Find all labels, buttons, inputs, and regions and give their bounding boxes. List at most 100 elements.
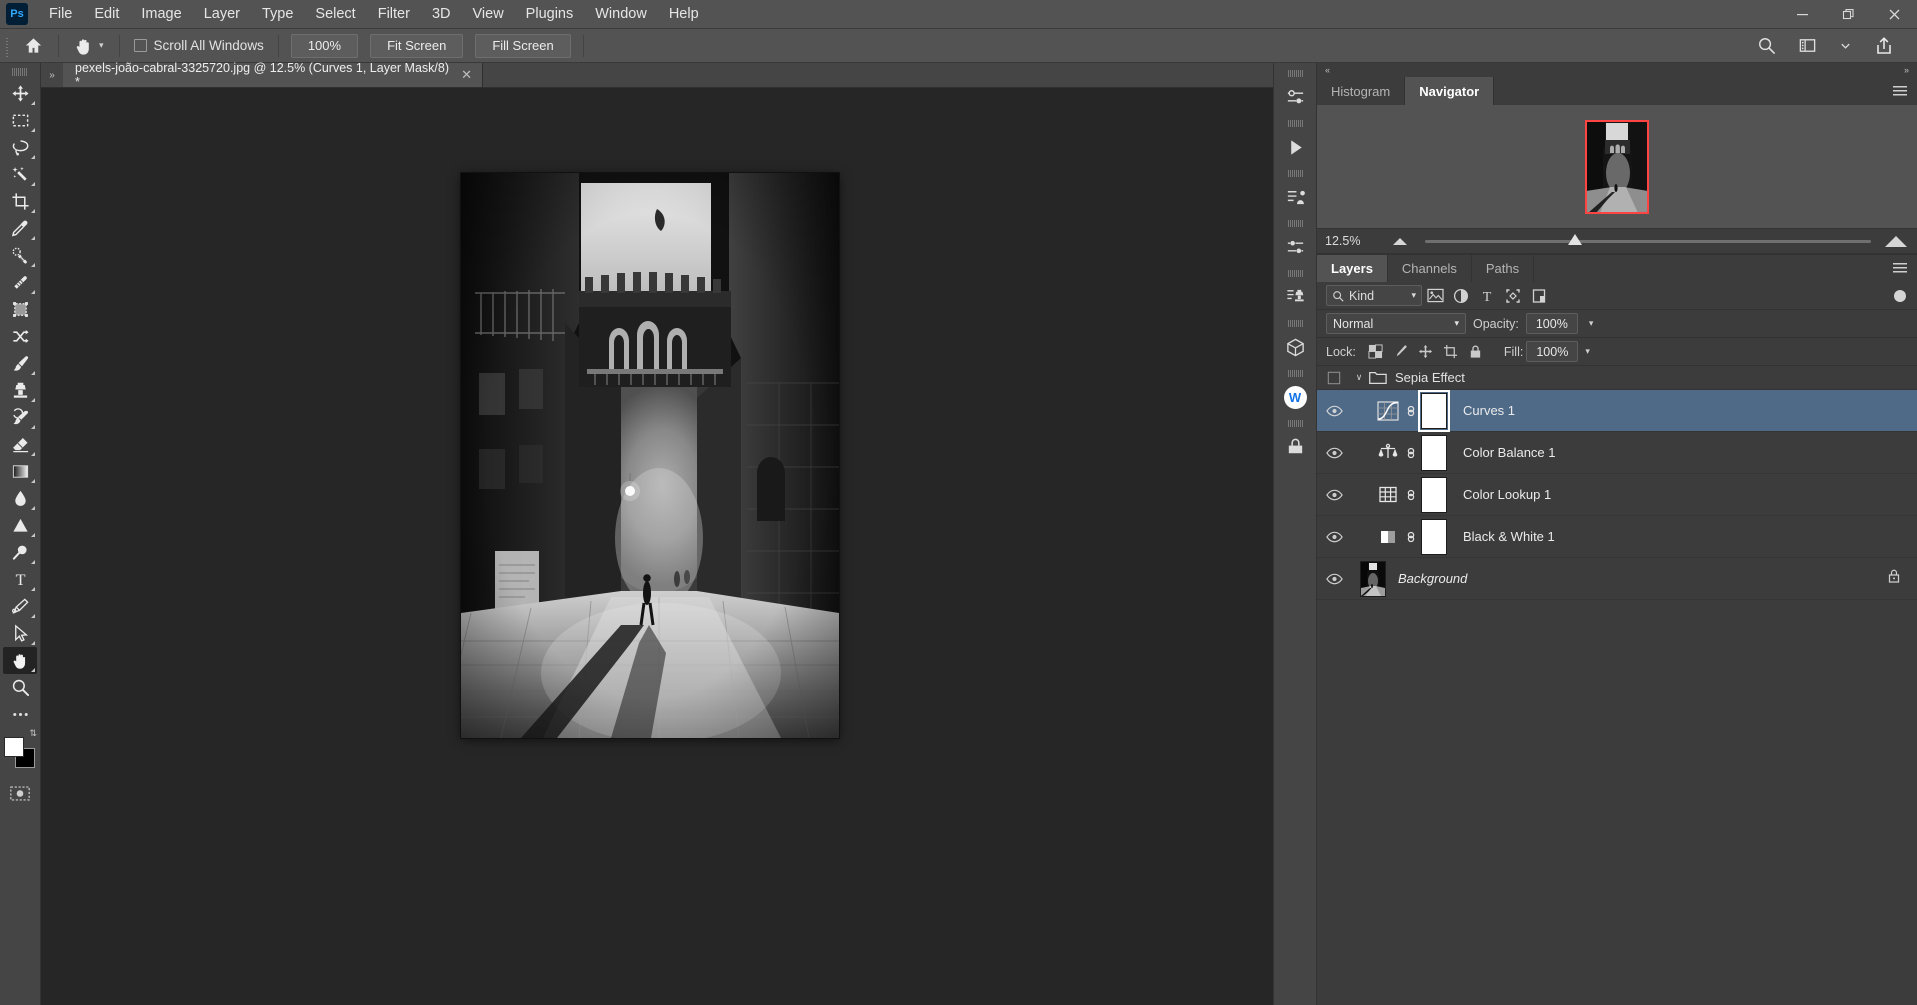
menu-layer[interactable]: Layer [193,2,251,26]
history-brush-tool[interactable] [3,404,37,431]
home-icon[interactable] [15,33,52,59]
adjustments-icon[interactable] [1276,78,1314,116]
zoom-100-button[interactable]: 100% [291,34,358,58]
rail-grip[interactable] [1288,70,1303,77]
styles-stamp-icon[interactable] [1276,278,1314,316]
crop-tool[interactable] [3,188,37,215]
chevron-down-icon[interactable]: ▾ [1585,318,1594,329]
zoom-out-icon[interactable] [1393,238,1407,245]
type-tool[interactable]: T [3,566,37,593]
flyout-triangle-icon[interactable] [31,668,35,672]
share-icon[interactable] [1865,33,1903,59]
chevron-down-icon[interactable]: ▾ [1411,290,1416,301]
spot-healing-brush-tool[interactable] [3,242,37,269]
menu-help[interactable]: Help [658,2,710,26]
opacity-input[interactable]: 100% [1526,313,1578,334]
plugins-icon[interactable] [1276,428,1314,466]
gradient-tool[interactable] [3,458,37,485]
black-white-adjustment-icon[interactable] [1375,524,1401,550]
filter-type-icon[interactable]: T [1474,285,1500,307]
zoom-in-icon[interactable] [1885,236,1907,247]
flyout-triangle-icon[interactable] [31,614,35,618]
flyout-triangle-icon[interactable] [31,263,35,267]
rail-grip[interactable] [1288,370,1303,377]
flyout-triangle-icon[interactable] [31,155,35,159]
flyout-triangle-icon[interactable] [31,398,35,402]
layer-visibility-toggle[interactable] [1317,573,1351,585]
link-mask-icon[interactable] [1401,402,1421,420]
layer-thumbnail[interactable] [1360,561,1386,597]
lock-image-pixels-icon[interactable] [1390,342,1412,362]
navigator-panel-menu[interactable] [1893,77,1917,105]
flyout-triangle-icon[interactable] [31,587,35,591]
layer-mask-thumbnail[interactable] [1421,393,1447,429]
filter-pixel-icon[interactable] [1422,285,1448,307]
move-tool[interactable] [3,80,37,107]
frame-tool[interactable] [3,296,37,323]
expand-panels-icon[interactable]: » [41,63,63,87]
tab-layers[interactable]: Layers [1317,255,1388,282]
pen-tool[interactable] [3,593,37,620]
filter-enable-toggle[interactable] [1894,290,1906,302]
link-mask-icon[interactable] [1401,444,1421,462]
search-icon[interactable] [1748,33,1785,59]
lasso-tool[interactable] [3,134,37,161]
chevron-down-icon[interactable]: ▾ [99,40,104,51]
close-icon[interactable]: ✕ [461,67,472,83]
lock-transparent-pixels-icon[interactable] [1365,342,1387,362]
chevron-down-icon[interactable] [1830,33,1861,59]
flyout-triangle-icon[interactable] [31,290,35,294]
flyout-triangle-icon[interactable] [31,506,35,510]
rail-grip[interactable] [1288,420,1303,427]
document-image[interactable] [461,173,839,738]
libraries-list-icon[interactable] [1276,178,1314,216]
hand-tool-icon[interactable]: ▾ [65,33,113,59]
layer-mask-thumbnail[interactable] [1421,477,1447,513]
clone-stamp-tool[interactable] [3,377,37,404]
object-selection-tool[interactable] [3,161,37,188]
color-lookup-adjustment-icon[interactable] [1375,482,1401,508]
brush-tool[interactable] [3,350,37,377]
shuffle-tool[interactable] [3,323,37,350]
layer-row[interactable]: Black & White 1 [1317,516,1917,558]
hamburger-icon[interactable] [1893,86,1907,97]
patch-tool[interactable] [3,269,37,296]
sharpen-tool[interactable] [3,512,37,539]
fit-screen-button[interactable]: Fit Screen [370,34,463,58]
flyout-triangle-icon[interactable] [31,425,35,429]
layer-row[interactable]: Color Balance 1 [1317,432,1917,474]
layer-lock-icon[interactable] [1887,568,1917,589]
fill-screen-button[interactable]: Fill Screen [475,34,570,58]
layer-row[interactable]: Curves 1 [1317,390,1917,432]
layer-visibility-toggle[interactable] [1317,489,1351,501]
expand-panels-icon[interactable]: » [1904,65,1909,75]
group-expand-chevron-icon[interactable]: ∨ [1351,372,1367,383]
close-button[interactable] [1871,0,1917,29]
rectangular-marquee-tool[interactable] [3,107,37,134]
menu-edit[interactable]: Edit [83,2,130,26]
curves-adjustment-icon[interactable] [1375,398,1401,424]
chevron-down-icon[interactable]: ▾ [1581,346,1590,357]
flyout-triangle-icon[interactable] [31,641,35,645]
fill-input[interactable]: 100% [1526,341,1578,362]
edit-toolbar-button[interactable] [3,701,37,728]
flyout-triangle-icon[interactable] [31,371,35,375]
color-swatches[interactable]: ⇅ [3,736,37,770]
restore-button[interactable] [1825,0,1871,29]
eraser-tool[interactable] [3,431,37,458]
navigator-zoom-value[interactable]: 12.5% [1317,234,1379,248]
minimize-button[interactable] [1779,0,1825,29]
menu-filter[interactable]: Filter [367,2,421,26]
lock-position-icon[interactable] [1415,342,1437,362]
layer-mask-thumbnail[interactable] [1421,435,1447,471]
layer-group-row[interactable]: ∨ Sepia Effect [1317,366,1917,390]
layer-visibility-toggle[interactable] [1317,447,1351,459]
eyedropper-tool[interactable] [3,215,37,242]
filter-kind-select[interactable]: Kind ▾ [1326,285,1422,306]
checkbox-box[interactable] [134,39,147,52]
menu-image[interactable]: Image [130,2,192,26]
flyout-triangle-icon[interactable] [31,182,35,186]
blur-tool[interactable] [3,485,37,512]
options-bar-grip[interactable] [4,35,12,57]
menu-plugins[interactable]: Plugins [515,2,585,26]
